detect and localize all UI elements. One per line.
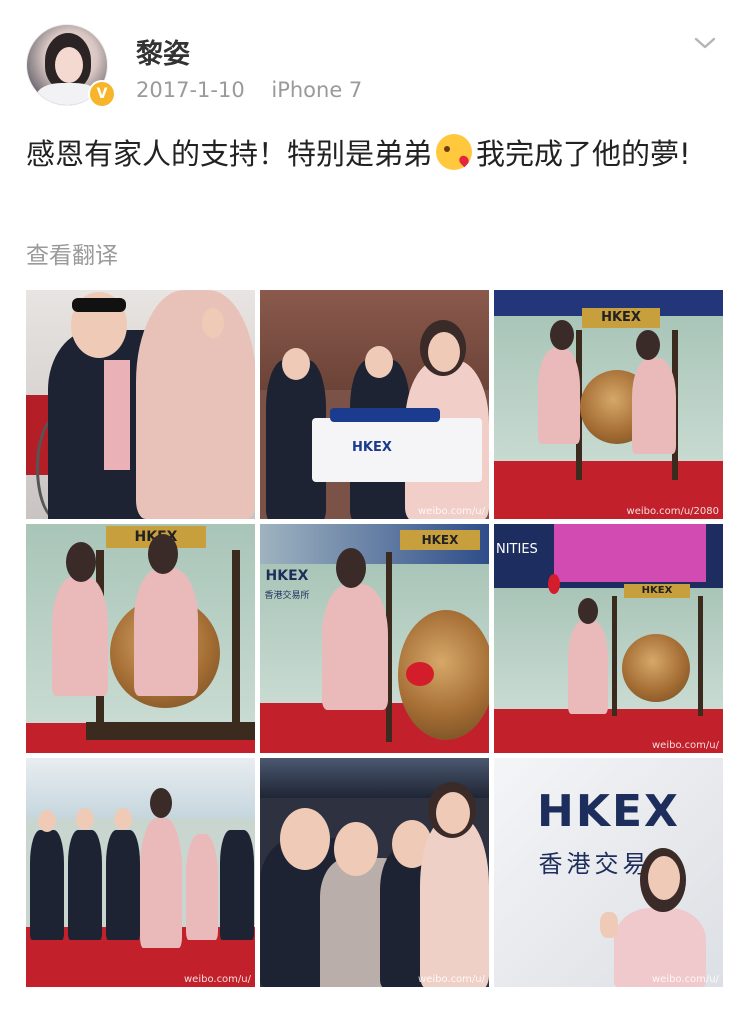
photo-watermark: weibo.com/u/ [651, 974, 719, 985]
kissing-face-emoji-icon [436, 134, 473, 170]
wall-logo-sub: 香港交易所 [264, 591, 310, 601]
photo-watermark: weibo.com/u/2080 [626, 506, 719, 517]
post-text-part2: 我完成了他的夢! [476, 137, 691, 171]
photo-6[interactable]: NITIES HKEX weibo.com/u/ [494, 524, 723, 753]
verified-badge-icon: V [88, 80, 116, 108]
post-date: 2017-1-10 [136, 78, 245, 102]
wall-logo: HKEX [265, 568, 309, 584]
chevron-down-icon[interactable] [692, 30, 718, 56]
wall-logo-sub: 香港交易所 [538, 850, 679, 878]
wall-logo: HKEX [537, 786, 680, 837]
avatar-face [55, 47, 83, 83]
photo-3[interactable]: HKEX weibo.com/u/2080 [494, 290, 723, 519]
hkex-sign: HKEX [582, 308, 660, 328]
photo-4[interactable]: HKEX [26, 524, 255, 753]
post-meta: 2017-1-10 iPhone 7 [136, 78, 362, 102]
photo-watermark: weibo.com/u/ [183, 974, 251, 985]
weibo-post: V 黎姿 2017-1-10 iPhone 7 感恩有家人的支持！特别是弟弟 我完… [0, 0, 746, 1020]
post-text-part1: 感恩有家人的支持！特别是弟弟 [26, 137, 433, 171]
photo-1[interactable] [26, 290, 255, 519]
photo-watermark: weibo.com/u/ [417, 974, 485, 985]
photo-7[interactable]: weibo.com/u/ [26, 758, 255, 987]
photo-2[interactable]: HKEX weibo.com/u/ [260, 290, 489, 519]
photo-8[interactable]: weibo.com/u/ [260, 758, 489, 987]
hkex-sign: HKEX [400, 530, 480, 550]
wall-text: NITIES [496, 542, 538, 557]
post-device: iPhone 7 [271, 78, 363, 102]
photo-9[interactable]: HKEX 香港交易所 weibo.com/u/ [494, 758, 723, 987]
photo-watermark: weibo.com/u/ [651, 740, 719, 751]
post-text: 感恩有家人的支持！特别是弟弟 我完成了他的夢! [26, 132, 716, 176]
translate-link[interactable]: 查看翻译 [26, 236, 118, 270]
photo-watermark: weibo.com/u/ [417, 506, 485, 517]
photo-grid: HKEX weibo.com/u/ HKEX weibo.com/u/2080 … [26, 290, 723, 988]
photo-5[interactable]: HKEX 香港交易所 HKEX [260, 524, 489, 753]
username[interactable]: 黎姿 [136, 32, 190, 71]
